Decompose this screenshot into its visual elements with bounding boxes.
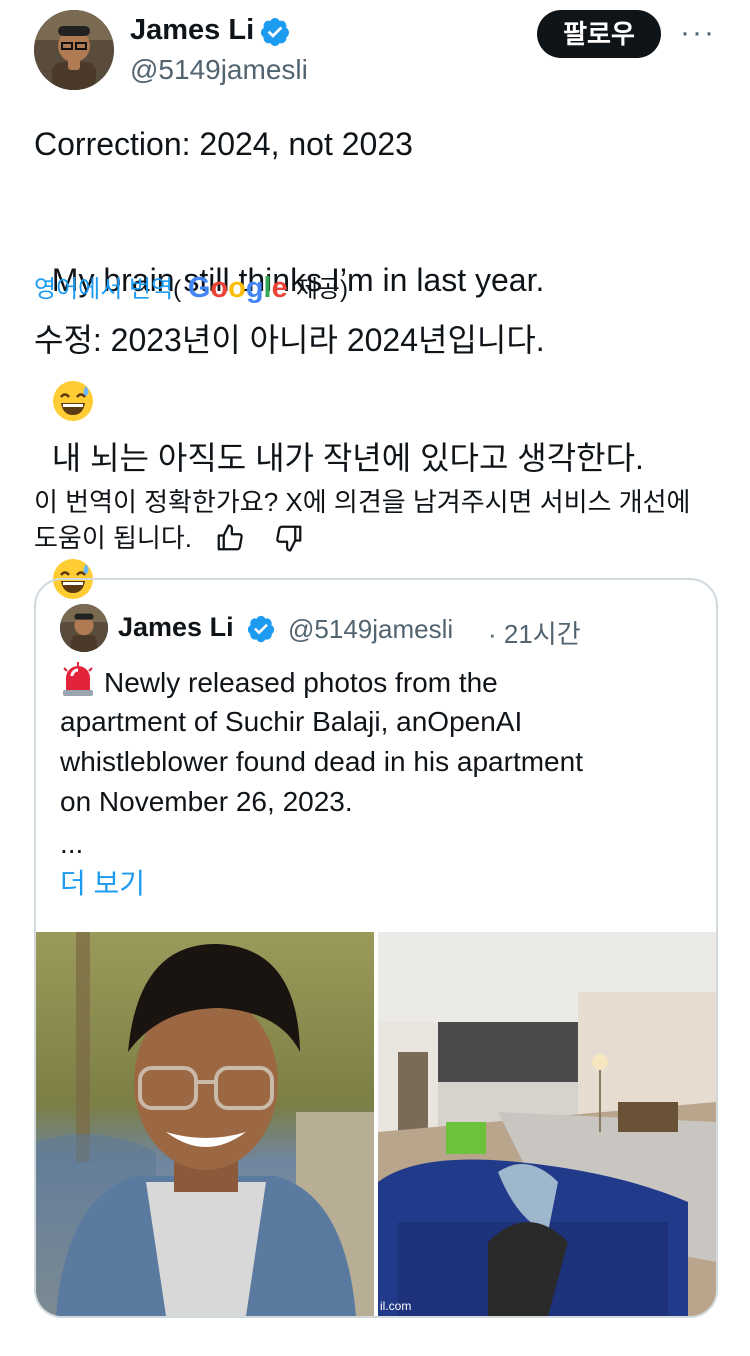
translation-feedback-line-2: 도움이 됩니다. xyxy=(34,520,304,562)
quoted-photo-apartment[interactable]: il.com xyxy=(378,932,716,1316)
translated-text-line-1: 수정: 2023년이 아니라 2024년입니다. xyxy=(34,322,545,358)
quoted-post-time[interactable]: · 21시간 xyxy=(488,614,581,651)
quoted-post-text-line-3: whistleblower found dead in his apartmen… xyxy=(60,746,583,777)
thumbs-down-icon[interactable] xyxy=(274,523,304,562)
quoted-post-card[interactable]: James Li @5149jamesli · 21시간 Newly relea… xyxy=(34,578,718,1318)
verified-badge-icon xyxy=(259,16,291,48)
quoted-author-avatar[interactable] xyxy=(60,604,108,652)
quoted-post-ellipsis: ... xyxy=(60,828,84,859)
quoted-post-text-line-4: on November 26, 2023. xyxy=(60,786,353,817)
quoted-post-text-line-1-content: Newly released photos from the xyxy=(104,667,498,698)
quoted-photo-portrait[interactable] xyxy=(36,932,374,1316)
show-more-link[interactable]: 더 보기 xyxy=(60,862,145,902)
photo-watermark: il.com xyxy=(380,1299,411,1313)
google-logo: Google xyxy=(187,272,288,304)
quoted-author-handle[interactable]: @5149jamesli xyxy=(288,614,453,645)
thumbs-up-icon[interactable] xyxy=(215,523,245,562)
author-avatar[interactable] xyxy=(34,10,114,90)
translation-attribution: 영어에서 번역( Google 제공) xyxy=(34,272,348,306)
author-name[interactable]: James Li xyxy=(130,14,254,47)
provided-by-label: 제공) xyxy=(295,276,348,303)
author-handle[interactable]: @5149jamesli xyxy=(130,54,308,86)
more-options-icon[interactable]: ··· xyxy=(680,16,716,50)
translation-feedback-line-2-content: 도움이 됩니다. xyxy=(34,523,192,553)
quoted-post-text-line-2: apartment of Suchir Balaji, anOpenAI xyxy=(60,706,523,737)
bottom-divider xyxy=(0,1350,750,1356)
quoted-verified-badge-icon xyxy=(246,614,276,644)
quoted-author-name[interactable]: James Li xyxy=(118,612,234,643)
paren-open: ( xyxy=(173,276,182,303)
follow-button[interactable]: 팔로우 xyxy=(537,10,661,58)
translation-feedback-line-1: 이 번역이 정확한가요? X에 의견을 남겨주시면 서비스 개선에 xyxy=(34,487,691,517)
quoted-post-text-line-1: Newly released photos from the xyxy=(60,662,498,707)
translated-text-line-2-content: 내 뇌는 아직도 내가 작년에 있다고 생각한다. xyxy=(51,440,644,476)
post-text-line-1: Correction: 2024, not 2023 xyxy=(34,126,413,162)
translated-from-english-link[interactable]: 영어에서 번역 xyxy=(34,276,173,303)
siren-emoji-icon xyxy=(60,662,96,707)
